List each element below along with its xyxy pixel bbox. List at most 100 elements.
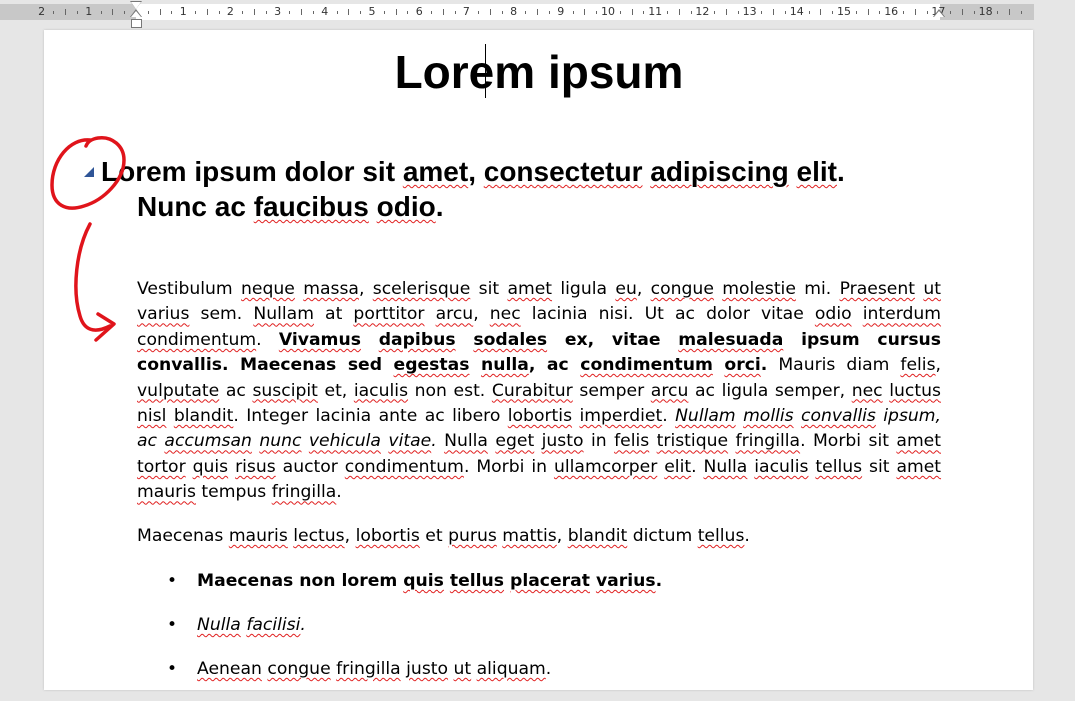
misspelled-word: facilisi	[246, 615, 301, 635]
ruler-tick	[549, 11, 550, 14]
misspelled-word: nec	[851, 380, 883, 401]
ruler-tick	[254, 9, 255, 15]
misspelled-word: eu	[615, 279, 637, 299]
misspelled-word: luctus	[889, 380, 941, 401]
heading-text: Lorem ipsum dolor sit	[101, 156, 403, 187]
misspelled-word: elit	[664, 456, 692, 477]
heading-line-2: Nunc ac faucibus odio.	[137, 189, 444, 224]
first-line-indent-marker[interactable]	[131, 2, 141, 9]
ruler-tick	[572, 11, 574, 14]
ruler-tick	[690, 11, 692, 14]
text-run: ,	[473, 304, 490, 325]
ruler-tick	[431, 11, 432, 14]
misspelled-word: tellus	[449, 571, 505, 591]
ruler-tick	[879, 11, 881, 14]
misspelled-word: arcu	[435, 304, 474, 325]
collapse-heading-triangle-icon[interactable]	[84, 167, 94, 177]
ruler-tick	[124, 11, 126, 14]
bullet-icon: •	[167, 571, 178, 591]
ruler-number: 8	[510, 5, 518, 18]
document-page[interactable]: Lorem ipsum Lorem ipsum dolor sit amet, …	[44, 30, 1033, 690]
ruler-tick	[407, 11, 409, 14]
ruler-track[interactable]: 2 1 1 2 3 4 5 6 7 8 9 10 11 12 13 14 15 16 17 18	[0, 4, 1034, 20]
misspelled-word: Nulla	[197, 615, 241, 635]
ruler-tick	[950, 11, 952, 14]
text-run	[361, 330, 379, 350]
text-run	[713, 355, 725, 375]
ruler-tick	[808, 11, 810, 14]
left-indent-marker[interactable]	[131, 19, 142, 28]
misspelled-word: nec	[489, 304, 521, 325]
misspelled-word: Vivamus	[278, 329, 361, 350]
misspelled-word: nunc	[259, 431, 302, 452]
misspelled-word: orci	[724, 355, 761, 376]
text-run: ligula	[552, 279, 616, 299]
horizontal-ruler[interactable]: 2 1 1 2 3 4 5 6 7 8 9 10 11 12 13 14 15 16 17 18	[0, 0, 1075, 28]
hanging-indent-marker[interactable]	[131, 11, 141, 17]
ruler-tick	[773, 9, 775, 15]
right-indent-marker[interactable]	[934, 11, 944, 17]
misspelled-word: aliquam	[476, 659, 546, 679]
text-run: sem.	[189, 304, 254, 325]
ruler-tick	[442, 9, 444, 15]
ruler-tick	[53, 11, 55, 14]
ruler-tick	[395, 9, 397, 15]
body-paragraph-1[interactable]: Vestibulum neque massa, scelerisque sit …	[137, 277, 941, 506]
list-item[interactable]: • Aenean congue fringilla justo ut aliqua…	[137, 657, 941, 701]
text-run	[295, 279, 303, 299]
text-run	[794, 406, 801, 426]
misspelled-word: interdum	[862, 304, 942, 325]
misspelled-word: condimentum	[580, 355, 713, 376]
text-run: ,	[344, 526, 356, 546]
misspelled-word: blandit	[567, 526, 628, 546]
list-item[interactable]: • Nulla facilisi.	[137, 613, 941, 657]
ruler-number: 2	[226, 5, 234, 18]
misspelled-word: congue	[267, 659, 331, 679]
text-run: Maecenas non lorem	[197, 571, 404, 591]
ruler-tick	[490, 9, 491, 15]
heading-text	[369, 191, 377, 222]
misspelled-word: amet	[507, 279, 553, 299]
ruler-number: 10	[601, 5, 615, 18]
misspelled-word: nisl	[137, 406, 167, 427]
misspelled-word: fringilla	[336, 659, 401, 679]
heading-text	[789, 156, 797, 187]
misspelled-word: vulputate	[137, 380, 220, 401]
heading-misspelled-word: amet	[402, 156, 469, 187]
text-run	[736, 406, 743, 426]
text-run	[166, 406, 173, 426]
misspelled-word: felis	[900, 355, 936, 376]
bullet-list[interactable]: • Maecenas non lorem quis tellus placerat…	[137, 569, 941, 701]
ruler-tick	[171, 11, 173, 14]
document-title[interactable]: Lorem ipsum	[137, 44, 941, 100]
ruler-tick	[855, 11, 857, 14]
misspelled-word: lobortis	[507, 406, 573, 427]
body-paragraph-2[interactable]: Maecenas mauris lectus, lobortis et puru…	[137, 524, 941, 549]
text-run: . Integer lacinia ante ac libero	[233, 406, 508, 427]
ruler-tick	[301, 9, 303, 15]
ruler-tick	[206, 9, 208, 15]
ruler-number: 12	[695, 5, 710, 18]
misspelled-word: Nullam	[675, 406, 736, 427]
misspelled-word: scelerisque	[372, 279, 471, 299]
misspelled-word: Praesent	[839, 279, 915, 299]
text-run: lacinia nisi. Ut ac dolor vitae	[520, 304, 815, 325]
misspelled-word: accumsan	[164, 431, 252, 452]
misspelled-word: eget	[495, 431, 535, 452]
text-run: semper	[572, 380, 651, 401]
misspelled-word: justo	[406, 659, 449, 679]
misspelled-word: iaculis	[353, 380, 409, 401]
ruler-tick	[537, 9, 539, 15]
text-run: ex, vitae	[547, 329, 679, 350]
text-run: dictum	[627, 526, 698, 546]
text-run: auctor	[275, 456, 345, 477]
ruler-number: 9	[557, 5, 565, 18]
misspelled-word: blandit	[173, 406, 234, 427]
misspelled-word: lobortis	[355, 526, 420, 546]
ruler-tick	[147, 11, 149, 14]
ruler-tick	[313, 11, 314, 14]
list-item[interactable]: • Maecenas non lorem quis tellus placerat…	[137, 569, 941, 613]
heading-text: ,	[468, 156, 484, 187]
misspelled-word: placerat	[510, 571, 590, 591]
ruler-tick	[761, 11, 763, 14]
